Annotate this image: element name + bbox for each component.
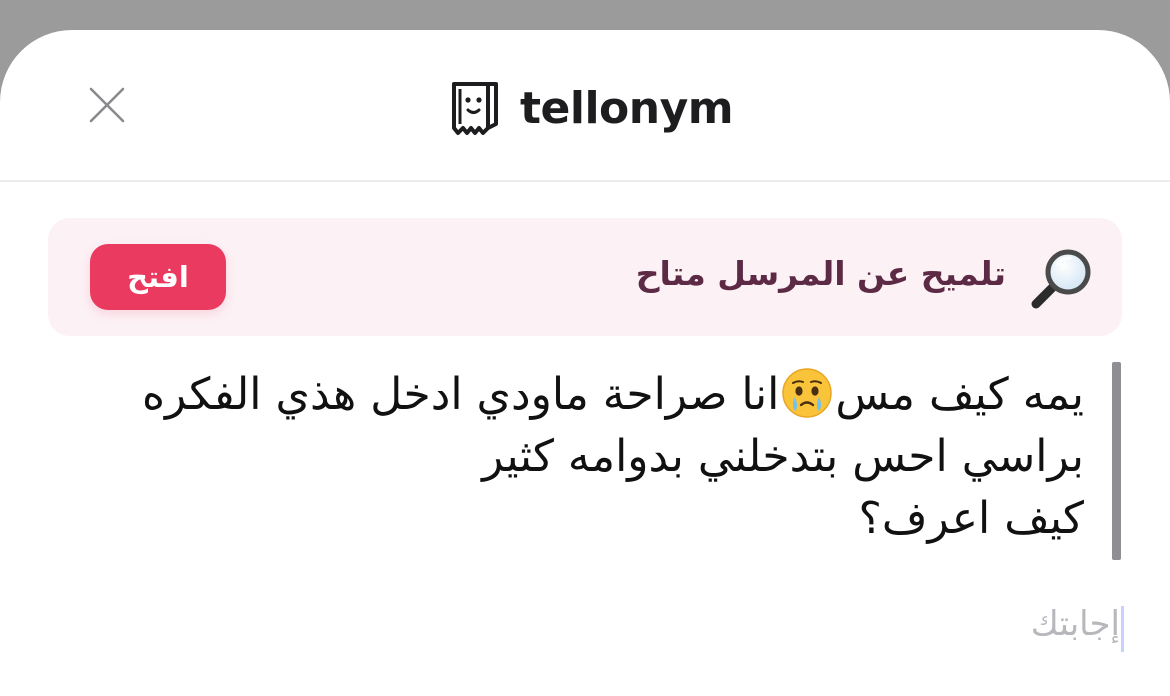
close-icon xyxy=(89,87,125,123)
header: tellonym xyxy=(0,30,1170,180)
question-line-1-start: يمه كيف مس xyxy=(835,369,1084,420)
brand-name: tellonym xyxy=(520,82,734,134)
question-line-2: براسي احس بتدخلني بدوامه كثير xyxy=(482,431,1084,482)
close-button[interactable] xyxy=(82,80,132,130)
magnifying-glass-icon xyxy=(1031,249,1091,309)
quote-bar xyxy=(1112,362,1121,560)
text-caret xyxy=(1121,606,1124,652)
answer-area xyxy=(56,598,1124,652)
brand: tellonym xyxy=(448,78,734,138)
question-line-3: كيف اعرف؟ xyxy=(858,493,1084,544)
face-holding-back-tears-emoji xyxy=(782,368,833,418)
sender-hint-banner: تلميح عن المرسل متاح افتح xyxy=(48,218,1122,336)
question-text: يمه كيف مس انا صراحة ماودي ادخل هذي الفك… xyxy=(60,364,1084,550)
question-line-1: يمه كيف مس انا صراحة ماودي ادخل هذي الفك… xyxy=(60,364,1084,426)
tell-sheet: tellonym تلميح عن المرسل متاح افتح يمه ك… xyxy=(0,30,1170,696)
answer-input[interactable] xyxy=(56,598,1124,650)
question-line-1-end: انا صراحة ماودي ادخل هذي الفكره xyxy=(142,369,780,420)
tellonym-logo-icon xyxy=(452,82,498,135)
open-hint-button[interactable]: افتح xyxy=(90,244,226,310)
sender-hint-text: تلميح عن المرسل متاح xyxy=(635,254,1006,293)
header-divider xyxy=(0,180,1170,182)
